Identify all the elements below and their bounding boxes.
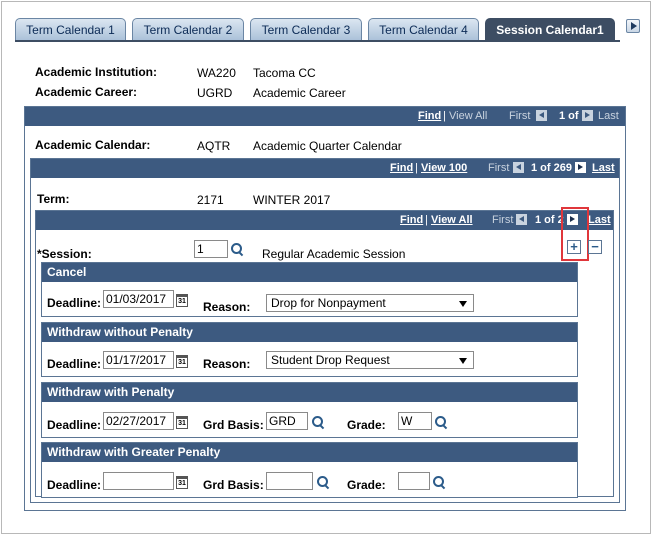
- wdgp-deadline-label: Deadline:: [47, 478, 102, 492]
- term-name: WINTER 2017: [253, 193, 331, 207]
- academic-calendar-name: Academic Quarter Calendar: [253, 139, 402, 153]
- session-name: Regular Academic Session: [262, 247, 406, 261]
- add-row-plus-icon[interactable]: +: [567, 240, 581, 254]
- academic-calendar-code: AQTR: [197, 139, 231, 153]
- calendar-prev-icon[interactable]: [536, 110, 547, 121]
- term-code: 2171: [197, 193, 224, 207]
- chevron-down-icon: [459, 358, 467, 364]
- session-view-all-link[interactable]: View All: [431, 214, 473, 226]
- wdp-grd-basis-label: Grd Basis:: [203, 418, 264, 432]
- calendar-nav-bar: Find | View All First 1 of 1 Last: [25, 107, 625, 126]
- wdp-grd-basis-lookup-icon[interactable]: [311, 415, 325, 429]
- tab-scroll-next-icon[interactable]: [626, 19, 640, 33]
- wdnp-deadline-input[interactable]: [103, 351, 174, 369]
- wdp-deadline-label: Deadline:: [47, 418, 102, 432]
- wdnp-deadline-label: Deadline:: [47, 357, 102, 371]
- cancel-reason-label: Reason:: [203, 300, 251, 314]
- tab-session-calendar-1[interactable]: Session Calendar1: [485, 18, 615, 41]
- wdp-grade-input[interactable]: [398, 412, 432, 430]
- academic-calendar-label: Academic Calendar:: [35, 138, 151, 152]
- session-label: *Session:: [37, 247, 92, 261]
- wdnp-reason-select[interactable]: Student Drop Request: [266, 351, 474, 369]
- wdgp-grade-input[interactable]: [398, 472, 430, 490]
- wdgp-deadline-input[interactable]: [103, 472, 174, 490]
- tab-strip-line: [15, 40, 620, 42]
- term-view-100-link[interactable]: View 100: [421, 162, 467, 174]
- term-nav-bar: Find | View 100 First 1 of 269 Last: [31, 159, 619, 178]
- wdp-grade-lookup-icon[interactable]: [434, 415, 448, 429]
- wdgp-grd-basis-lookup-icon[interactable]: [316, 475, 330, 489]
- withdraw-greater-penalty-title: Withdraw with Greater Penalty: [42, 443, 577, 462]
- wdnp-calendar-icon[interactable]: 31: [176, 355, 188, 368]
- session-count: 1 of 2: [535, 214, 564, 226]
- session-last-link[interactable]: Last: [588, 214, 611, 226]
- calendar-last[interactable]: Last: [598, 110, 619, 122]
- tab-term-calendar-3[interactable]: Term Calendar 3: [250, 18, 362, 41]
- calendar-next-icon[interactable]: [582, 110, 593, 121]
- cancel-reason-select[interactable]: Drop for Nonpayment: [266, 294, 474, 312]
- wdp-calendar-icon[interactable]: 31: [176, 416, 188, 429]
- session-input[interactable]: [194, 240, 228, 258]
- session-prev-icon[interactable]: [516, 214, 527, 225]
- term-count: 1 of 269: [531, 162, 572, 174]
- wdgp-grade-label: Grade:: [347, 478, 386, 492]
- calendar-nav-sep: |: [443, 110, 446, 122]
- career-code: UGRD: [197, 86, 233, 100]
- term-first[interactable]: First: [488, 162, 509, 174]
- term-last-link[interactable]: Last: [592, 162, 615, 174]
- tab-term-calendar-1[interactable]: Term Calendar 1: [15, 18, 126, 41]
- wdp-grd-basis-input[interactable]: [266, 412, 308, 430]
- wdp-deadline-input[interactable]: [103, 412, 174, 430]
- withdraw-no-penalty-title: Withdraw without Penalty: [42, 323, 577, 342]
- cancel-reason-value: Drop for Nonpayment: [271, 296, 386, 310]
- wdgp-grd-basis-input[interactable]: [266, 472, 313, 490]
- term-next-icon[interactable]: [575, 162, 586, 173]
- institution-label: Academic Institution:: [35, 65, 158, 79]
- institution-name: Tacoma CC: [253, 66, 316, 80]
- term-prev-icon[interactable]: [513, 162, 524, 173]
- tab-term-calendar-2[interactable]: Term Calendar 2: [132, 18, 244, 41]
- wdgp-grade-lookup-icon[interactable]: [432, 475, 446, 489]
- tab-term-calendar-4[interactable]: Term Calendar 4: [368, 18, 479, 41]
- wdgp-grd-basis-label: Grd Basis:: [203, 478, 264, 492]
- wdgp-calendar-icon[interactable]: 31: [176, 476, 188, 489]
- term-nav-sep: |: [415, 162, 418, 174]
- session-nav-sep: |: [425, 214, 428, 226]
- institution-code: WA220: [197, 66, 236, 80]
- session-first[interactable]: First: [492, 214, 513, 226]
- session-find-link[interactable]: Find: [400, 214, 423, 226]
- session-nav-bar: Find | View All First 1 of 2 Last: [36, 211, 613, 230]
- calendar-view-all[interactable]: View All: [449, 110, 487, 122]
- chevron-down-icon: [459, 301, 467, 307]
- career-label: Academic Career:: [35, 85, 138, 99]
- term-find-link[interactable]: Find: [390, 162, 413, 174]
- delete-row-minus-icon[interactable]: −: [588, 240, 602, 254]
- withdraw-penalty-title: Withdraw with Penalty: [42, 383, 577, 402]
- calendar-find-link[interactable]: Find: [418, 110, 441, 122]
- cancel-calendar-icon[interactable]: 31: [176, 294, 188, 307]
- cancel-deadline-label: Deadline:: [47, 296, 102, 310]
- cancel-group-title: Cancel: [42, 263, 577, 282]
- career-name: Academic Career: [253, 86, 346, 100]
- wdp-grade-label: Grade:: [347, 418, 386, 432]
- calendar-first[interactable]: First: [509, 110, 530, 122]
- session-lookup-icon[interactable]: [230, 242, 244, 256]
- wdnp-reason-value: Student Drop Request: [271, 353, 390, 367]
- wdnp-reason-label: Reason:: [203, 357, 251, 371]
- cancel-deadline-input[interactable]: [103, 290, 174, 308]
- term-label: Term:: [37, 192, 70, 206]
